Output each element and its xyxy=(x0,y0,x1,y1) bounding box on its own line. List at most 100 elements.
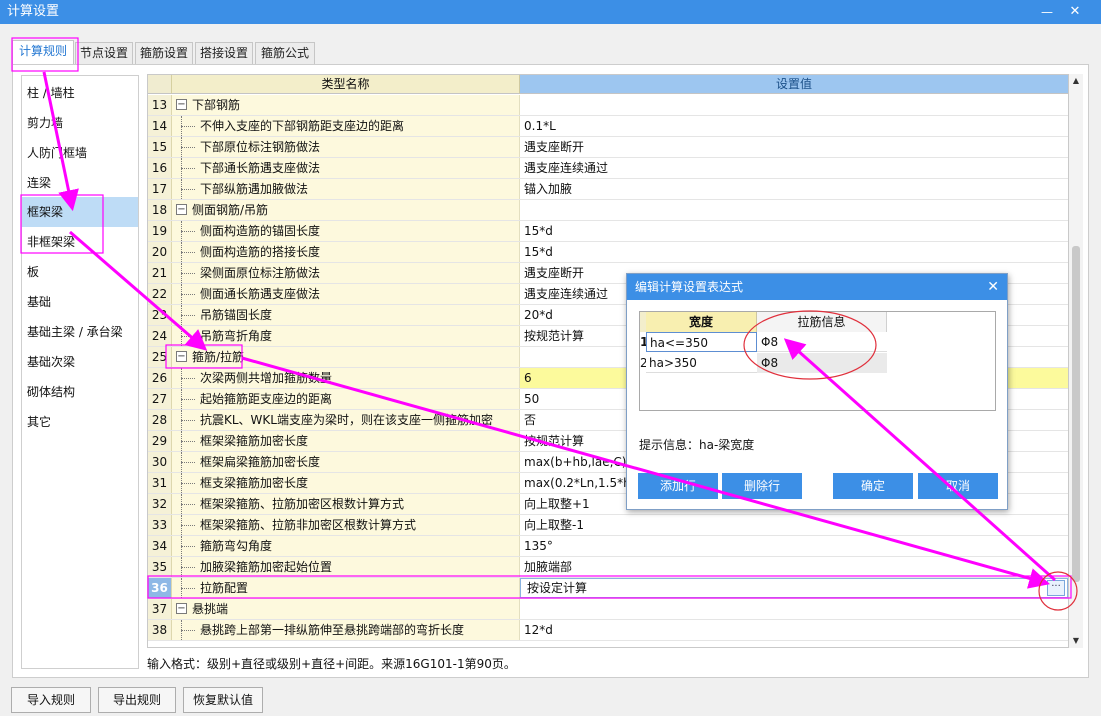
row-name: 不伸入支座的下部钢筋距支座边的距离 xyxy=(200,119,405,133)
collapse-icon[interactable]: − xyxy=(176,204,187,215)
row-name-cell: − 侧面钢筋/吊筋 xyxy=(172,200,520,220)
tab-node-settings[interactable]: 节点设置 xyxy=(75,42,133,64)
grid-header-value: 设置值 xyxy=(520,75,1068,94)
sidebar-item-foundation[interactable]: 基础 xyxy=(22,287,138,317)
grid-row-selected[interactable]: 36 拉筋配置 按设定计算 ··· xyxy=(148,578,1068,599)
row-name: 下部通长筋遇支座做法 xyxy=(200,161,321,175)
sidebar-item-masonry[interactable]: 砌体结构 xyxy=(22,377,138,407)
dialog-title: 编辑计算设置表达式 xyxy=(635,280,744,294)
row-value[interactable]: 向上取整-1 xyxy=(520,515,1068,535)
row-name: 框架梁箍筋、拉筋非加密区根数计算方式 xyxy=(200,518,417,532)
grid-row[interactable]: 34 箍筋弯勾角度 135° xyxy=(148,536,1068,557)
row-number: 32 xyxy=(148,494,172,514)
grid-row[interactable]: 16 下部通长筋遇支座做法 遇支座连续通过 xyxy=(148,158,1068,179)
row-value-editor[interactable]: 按设定计算 ··· xyxy=(520,578,1068,598)
import-rules-button[interactable]: 导入规则 xyxy=(11,687,91,713)
row-number: 36 xyxy=(148,578,172,598)
close-button[interactable]: ✕ xyxy=(1063,0,1087,24)
width-cell[interactable]: ha>350 xyxy=(646,353,757,373)
row-value[interactable]: 锚入加腋 xyxy=(520,179,1068,199)
tab-stirrup-settings[interactable]: 箍筋设置 xyxy=(135,42,193,64)
tab-stirrup-formula[interactable]: 箍筋公式 xyxy=(255,42,315,64)
row-name: 次梁两侧共增加箍筋数量 xyxy=(200,371,333,385)
grid-row[interactable]: 20 侧面构造筋的搭接长度 15*d xyxy=(148,242,1068,263)
sidebar-item-foundation-secondary-beam[interactable]: 基础次梁 xyxy=(22,347,138,377)
width-cell[interactable]: ha<=350 xyxy=(646,332,757,352)
row-name: 侧面构造筋的搭接长度 xyxy=(200,245,321,259)
grid-row[interactable]: 13 − 下部钢筋 xyxy=(148,95,1068,116)
ellipsis-button[interactable]: ··· xyxy=(1047,580,1065,596)
row-value[interactable]: 15*d xyxy=(520,242,1068,262)
tree-line xyxy=(181,630,195,631)
row-value[interactable]: 135° xyxy=(520,536,1068,556)
grid-row[interactable]: 15 下部原位标注钢筋做法 遇支座断开 xyxy=(148,137,1068,158)
row-name-cell: 下部原位标注钢筋做法 xyxy=(172,137,520,157)
sidebar-item-other[interactable]: 其它 xyxy=(22,407,138,437)
grid-row[interactable]: 33 框架梁箍筋、拉筋非加密区根数计算方式 向上取整-1 xyxy=(148,515,1068,536)
grid-row[interactable]: 38 悬挑跨上部第一排纵筋伸至悬挑跨端部的弯折长度 12*d xyxy=(148,620,1068,641)
row-number: 17 xyxy=(148,179,172,199)
grid-row[interactable]: 17 下部纵筋遇加腋做法 锚入加腋 xyxy=(148,179,1068,200)
add-row-button[interactable]: 添加行 xyxy=(638,473,718,499)
window-titlebar: 计算设置 — ✕ xyxy=(0,0,1101,24)
minimize-button[interactable]: — xyxy=(1035,0,1059,24)
row-name-cell: 框支梁箍筋加密长度 xyxy=(172,473,520,493)
ok-button[interactable]: 确定 xyxy=(833,473,913,499)
sidebar-item-non-frame-beam[interactable]: 非框架梁 xyxy=(22,227,138,257)
grid-row[interactable]: 14 不伸入支座的下部钢筋距支座边的距离 0.1*L xyxy=(148,116,1068,137)
sidebar-item-frame-beam[interactable]: 框架梁 xyxy=(22,197,138,227)
row-name: 下部钢筋 xyxy=(192,98,241,112)
collapse-icon[interactable]: − xyxy=(176,603,187,614)
dialog-close-button[interactable]: ✕ xyxy=(987,274,999,300)
cancel-button[interactable]: 取消 xyxy=(918,473,998,499)
row-value[interactable] xyxy=(520,95,1068,115)
row-value[interactable]: 15*d xyxy=(520,221,1068,241)
sidebar-item-slab[interactable]: 板 xyxy=(22,257,138,287)
grid-row[interactable]: 37 − 悬挑端 xyxy=(148,599,1068,620)
export-rules-button[interactable]: 导出规则 xyxy=(98,687,176,713)
row-name: 侧面通长筋遇支座做法 xyxy=(200,287,321,301)
tie-info-cell[interactable]: Φ8 xyxy=(757,332,887,352)
sidebar-item-civil-defense-wall[interactable]: 人防门框墙 xyxy=(22,138,138,168)
sidebar-item-foundation-main-beam[interactable]: 基础主梁 / 承台梁 xyxy=(22,317,138,347)
row-value[interactable]: 12*d xyxy=(520,620,1068,640)
row-number: 26 xyxy=(148,368,172,388)
tree-line xyxy=(181,294,195,295)
grid-row[interactable]: 18 − 侧面钢筋/吊筋 xyxy=(148,200,1068,221)
row-number: 20 xyxy=(148,242,172,262)
vertical-scrollbar[interactable]: ▲ ▼ xyxy=(1069,74,1083,648)
row-name: 拉筋配置 xyxy=(200,581,249,595)
tab-calc-rules[interactable]: 计算规则 xyxy=(12,40,74,65)
row-name-cell: − 下部钢筋 xyxy=(172,95,520,115)
row-name-cell: − 悬挑端 xyxy=(172,599,520,619)
sidebar-item-column[interactable]: 柱 / 墙柱 xyxy=(22,78,138,108)
row-name-cell: 框架梁箍筋、拉筋非加密区根数计算方式 xyxy=(172,515,520,535)
row-value[interactable]: 加腋端部 xyxy=(520,557,1068,577)
row-value[interactable]: 遇支座连续通过 xyxy=(520,158,1068,178)
row-value[interactable]: 遇支座断开 xyxy=(520,137,1068,157)
grid-row[interactable]: 35 加腋梁箍筋加密起始位置 加腋端部 xyxy=(148,557,1068,578)
delete-row-button[interactable]: 删除行 xyxy=(722,473,802,499)
row-name: 吊筋弯折角度 xyxy=(200,329,273,343)
row-name-cell: 次梁两侧共增加箍筋数量 xyxy=(172,368,520,388)
tree-line xyxy=(181,126,195,127)
tab-lap-settings[interactable]: 搭接设置 xyxy=(195,42,253,64)
scroll-thumb[interactable] xyxy=(1072,246,1080,582)
row-value[interactable] xyxy=(520,599,1068,619)
row-number: 34 xyxy=(148,536,172,556)
collapse-icon[interactable]: − xyxy=(176,351,187,362)
sidebar-item-coupling-beam[interactable]: 连梁 xyxy=(22,168,138,198)
row-value[interactable]: 0.1*L xyxy=(520,116,1068,136)
sidebar-item-shear-wall[interactable]: 剪力墙 xyxy=(22,108,138,138)
restore-defaults-button[interactable]: 恢复默认值 xyxy=(183,687,263,713)
row-value[interactable] xyxy=(520,200,1068,220)
tree-line xyxy=(181,168,195,169)
tree-line xyxy=(181,378,195,379)
collapse-icon[interactable]: − xyxy=(176,99,187,110)
tie-info-cell[interactable]: Φ8 xyxy=(757,353,887,373)
row-name-cell: 箍筋弯勾角度 xyxy=(172,536,520,556)
grid-row[interactable]: 19 侧面构造筋的锚固长度 15*d xyxy=(148,221,1068,242)
dialog-hint-text: 提示信息：ha-梁宽度 xyxy=(639,438,755,452)
scroll-up-arrow-icon[interactable]: ▲ xyxy=(1069,74,1083,88)
scroll-down-arrow-icon[interactable]: ▼ xyxy=(1069,634,1083,648)
